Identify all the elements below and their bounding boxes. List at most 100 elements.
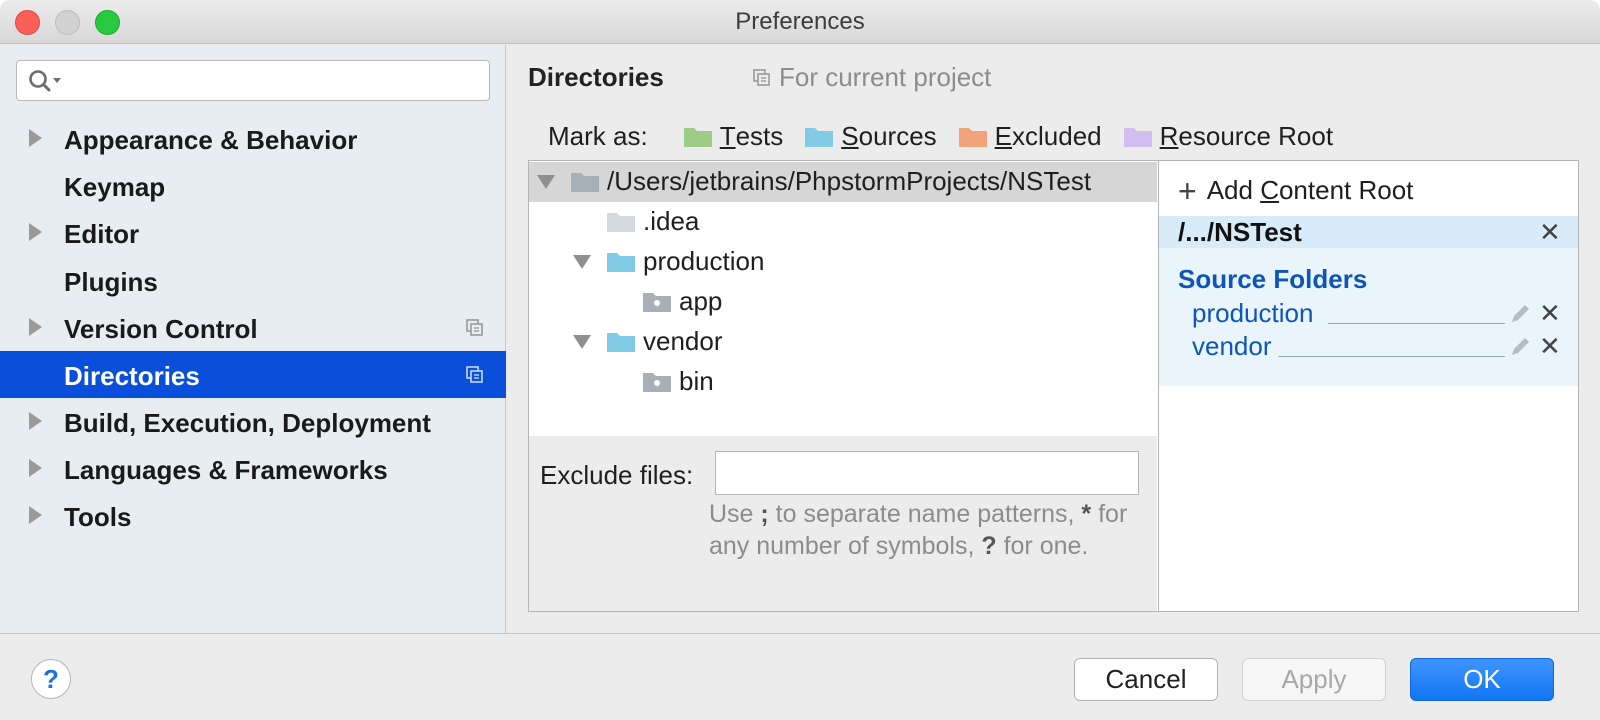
exclude-files-label: Exclude files:: [540, 460, 694, 490]
sidebar-item-appearance-behavior[interactable]: Appearance & Behavior: [0, 115, 506, 162]
content-root-header[interactable]: /.../NSTest ✕: [1159, 216, 1578, 248]
expand-arrow-icon[interactable]: [29, 412, 42, 430]
tree-row[interactable]: .idea: [529, 202, 1157, 242]
directories-settings-panel: Directories For current project Mark as:…: [507, 45, 1600, 633]
tree-node-label: .idea: [643, 206, 700, 236]
tree-node-label: vendor: [643, 326, 723, 356]
content-root-entry: /.../NSTest ✕ Source Folders production …: [1159, 216, 1578, 386]
resource-folder-icon: [1123, 128, 1152, 147]
divider: [1278, 356, 1505, 357]
tree-row[interactable]: production: [529, 242, 1157, 282]
mark-option-label: ests: [735, 120, 784, 151]
mark-option-label: ources: [858, 120, 937, 151]
source-folder-item[interactable]: vendor: [1192, 331, 1272, 362]
collapse-arrow-icon[interactable]: [537, 175, 555, 189]
sidebar-item-languages-frameworks[interactable]: Languages & Frameworks: [0, 445, 506, 492]
sidebar-item-label: Build, Execution, Deployment: [64, 408, 431, 438]
package-folder-icon: [643, 373, 671, 392]
folder-icon: [571, 173, 599, 192]
source-folders-title: Source Folders: [1178, 264, 1368, 294]
project-scope-icon: [466, 319, 483, 336]
remove-root-icon[interactable]: ✕: [1539, 219, 1561, 245]
divider: [1328, 323, 1505, 324]
dialog-button-bar: ? Cancel Apply OK: [0, 633, 1600, 720]
sidebar-item-label: Editor: [64, 219, 140, 249]
expand-arrow-icon[interactable]: [29, 318, 42, 336]
tree-row[interactable]: app: [529, 282, 1157, 322]
mark-as-label: Mark as:: [548, 120, 648, 151]
mnemonic: R: [1159, 120, 1179, 151]
page-title: Directories: [528, 62, 664, 92]
plus-icon: +: [1178, 172, 1197, 209]
expand-arrow-icon[interactable]: [29, 223, 42, 241]
sidebar-item-label: Appearance & Behavior: [64, 125, 358, 155]
sidebar-item-build-execution-deployment[interactable]: Build, Execution, Deployment: [0, 398, 506, 445]
add-content-root-button[interactable]: + Add Content Root: [1178, 172, 1414, 209]
project-scope-icon: [753, 68, 770, 86]
tree-node-label: app: [679, 286, 723, 316]
sidebar-item-label: Version Control: [64, 314, 258, 344]
source-folder-icon: [607, 333, 635, 352]
scope-note: For current project: [753, 62, 991, 93]
mark-as-sources-button[interactable]: Sources: [805, 120, 937, 152]
collapse-arrow-icon[interactable]: [573, 335, 591, 349]
exclude-files-input[interactable]: [715, 451, 1139, 495]
mark-option-label: esource Root: [1178, 120, 1334, 151]
sidebar-item-plugins[interactable]: Plugins: [0, 257, 506, 304]
content-roots-panel: + Add Content Root /.../NSTest ✕ Source …: [1158, 160, 1579, 612]
mark-as-toolbar: Mark as: Tests Sources Excluded Resource…: [548, 119, 1355, 153]
window-title: Preferences: [735, 8, 865, 35]
source-folder-item[interactable]: production: [1192, 298, 1313, 329]
edit-pencil-icon[interactable]: [1509, 303, 1531, 325]
tree-row[interactable]: vendor: [529, 322, 1157, 362]
tests-folder-icon: [683, 128, 712, 147]
mark-option-label: xcluded: [1012, 120, 1102, 151]
content-root-path: /.../NSTest: [1178, 217, 1302, 247]
expand-arrow-icon[interactable]: [29, 506, 42, 524]
folder-icon: [607, 213, 635, 232]
tree-row[interactable]: bin: [529, 362, 1157, 402]
edit-pencil-icon[interactable]: [1509, 336, 1531, 358]
tree-root-row[interactable]: /Users/jetbrains/PhpstormProjects/NSTest: [529, 162, 1157, 202]
mark-as-excluded-button[interactable]: Excluded: [958, 120, 1102, 152]
help-button[interactable]: ?: [31, 659, 71, 699]
sidebar-item-label: Plugins: [64, 267, 158, 297]
add-root-label: Add Content Root: [1206, 175, 1414, 205]
exclude-files-section: Exclude files: Use ; to separate name pa…: [529, 436, 1157, 611]
sidebar-item-keymap[interactable]: Keymap: [0, 162, 506, 209]
search-input[interactable]: [16, 60, 490, 101]
package-folder-icon: [643, 293, 671, 312]
directory-tree: /Users/jetbrains/PhpstormProjects/NSTest…: [528, 160, 1158, 612]
expand-arrow-icon[interactable]: [29, 459, 42, 477]
remove-folder-icon[interactable]: ✕: [1539, 300, 1561, 326]
tree-node-label: production: [643, 246, 765, 276]
sidebar-item-version-control[interactable]: Version Control: [0, 304, 506, 351]
remove-folder-icon[interactable]: ✕: [1539, 333, 1561, 359]
sidebar-item-directories[interactable]: Directories: [0, 351, 506, 398]
sidebar-item-label: Tools: [64, 502, 132, 532]
mnemonic: T: [719, 120, 736, 151]
preferences-window: Preferences Appearance & Behavior Keymap…: [0, 0, 1600, 720]
sidebar-item-label: Languages & Frameworks: [64, 455, 388, 485]
cancel-button[interactable]: Cancel: [1074, 658, 1218, 701]
source-folder-icon: [607, 253, 635, 272]
sources-folder-icon: [805, 128, 834, 147]
sidebar-item-label: Directories: [64, 361, 200, 391]
title-bar: Preferences: [0, 0, 1600, 44]
apply-button[interactable]: Apply: [1242, 658, 1386, 701]
sidebar-item-tools[interactable]: Tools: [0, 492, 506, 539]
ok-button[interactable]: OK: [1410, 658, 1554, 701]
project-scope-icon: [466, 366, 483, 383]
search-icon: [29, 70, 61, 92]
excluded-folder-icon: [958, 128, 987, 147]
mark-as-resource-root-button[interactable]: Resource Root: [1123, 120, 1334, 152]
expand-arrow-icon[interactable]: [29, 129, 42, 147]
collapse-arrow-icon[interactable]: [573, 255, 591, 269]
sidebar-item-editor[interactable]: Editor: [0, 209, 506, 256]
mark-as-tests-button[interactable]: Tests: [683, 120, 784, 152]
tree-root-label: /Users/jetbrains/PhpstormProjects/NSTest: [607, 166, 1092, 196]
scope-note-label: For current project: [779, 62, 992, 92]
mnemonic: S: [841, 120, 859, 151]
tree-node-label: bin: [679, 366, 714, 396]
exclude-files-hint: Use ; to separate name patterns, * for a…: [709, 500, 1128, 560]
